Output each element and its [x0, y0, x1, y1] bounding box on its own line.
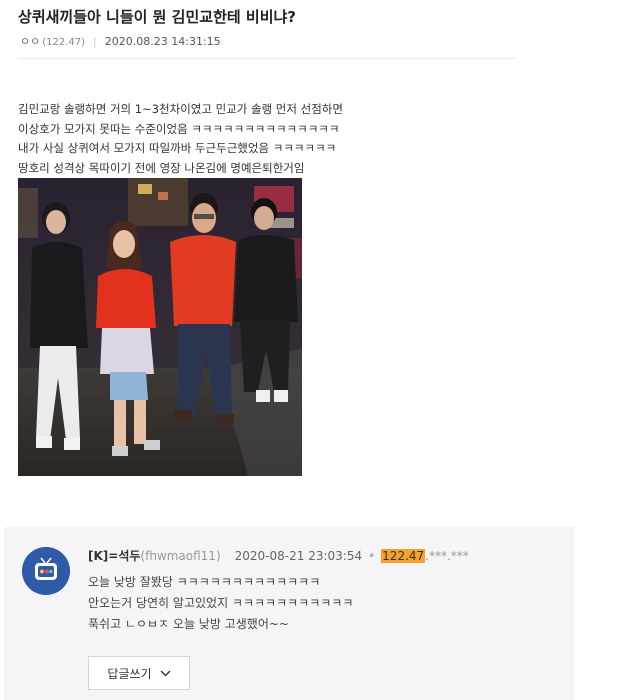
post-body-line: 땅호리 성격상 목따이기 전에 영장 나온김에 명예은퇴한거임	[18, 160, 305, 175]
post-body-line: 김민교랑 솔랭하면 거의 1~3천차이였고 민교가 솔랭 먼저 선점하면	[18, 102, 343, 116]
comment-ip-highlight: 122.47	[381, 549, 426, 563]
comment-ip-masked: .***.***	[425, 549, 469, 563]
meta-separator: |	[93, 35, 97, 48]
title-divider	[18, 58, 516, 59]
comment-datetime: 2020-08-21 23:03:54	[234, 549, 363, 563]
post-author[interactable]: ㅇㅇ	[20, 35, 40, 48]
comment-line: 안오는거 당연히 알고있었지 ㅋㅋㅋㅋㅋㅋㅋㅋㅋㅋㅋ	[88, 596, 354, 610]
post-datetime: 2020.08.23 14:31:15	[104, 35, 221, 48]
tv-logo-icon	[22, 547, 70, 595]
comment-line: 푹쉬고 ㄴㅇㅂㅈ 오늘 낮방 고생했어~~	[88, 617, 289, 631]
reply-button[interactable]: 답글쓰기	[88, 656, 190, 690]
post-author-ip: (122.47)	[42, 37, 86, 48]
reply-button-label: 답글쓰기	[107, 666, 152, 681]
commenter-avatar[interactable]	[22, 547, 70, 595]
post-body-line: 내가 사실 상퀴여서 모가지 따일까바 두근두근했었음 ㅋㅋㅋㅋㅋㅋ	[18, 141, 337, 155]
comment-body: 오늘 낮방 잘봤당 ㅋㅋㅋㅋㅋㅋㅋㅋㅋㅋㅋㅋㅋ 안오는거 당연히 알고있었지 ㅋ…	[88, 572, 353, 635]
comment-section: [K]=석두(fhwmaofl11) 2020-08-21 23:03:54 • 12…	[4, 527, 574, 700]
street-photo-illustration	[18, 178, 302, 476]
comment-user-id: (fhwmaofl11)	[140, 549, 221, 563]
comment-line: 오늘 낮방 잘봤당 ㅋㅋㅋㅋㅋㅋㅋㅋㅋㅋㅋㅋㅋ	[88, 575, 321, 589]
post-body: 김민교랑 솔랭하면 거의 1~3천차이였고 민교가 솔랭 먼저 선점하면 이상호…	[18, 100, 458, 178]
post-body-line: 이상호가 모가지 못따는 수준이었음 ㅋㅋㅋㅋㅋㅋㅋㅋㅋㅋㅋㅋㅋㅋ	[18, 121, 340, 136]
chevron-down-icon	[160, 670, 171, 676]
post-title: 상퀴새끼들아 니들이 뭔 김민교한테 비비냐?	[18, 8, 296, 26]
comment-nickname[interactable]: [K]=석두	[88, 549, 140, 563]
comment-header: [K]=석두(fhwmaofl11) 2020-08-21 23:03:54 • 12…	[88, 547, 469, 564]
post-meta: ㅇㅇ (122.47) | 2020.08.23 14:31:15	[20, 33, 221, 49]
post-photo[interactable]	[18, 178, 302, 476]
meta-dot: •	[368, 549, 376, 563]
